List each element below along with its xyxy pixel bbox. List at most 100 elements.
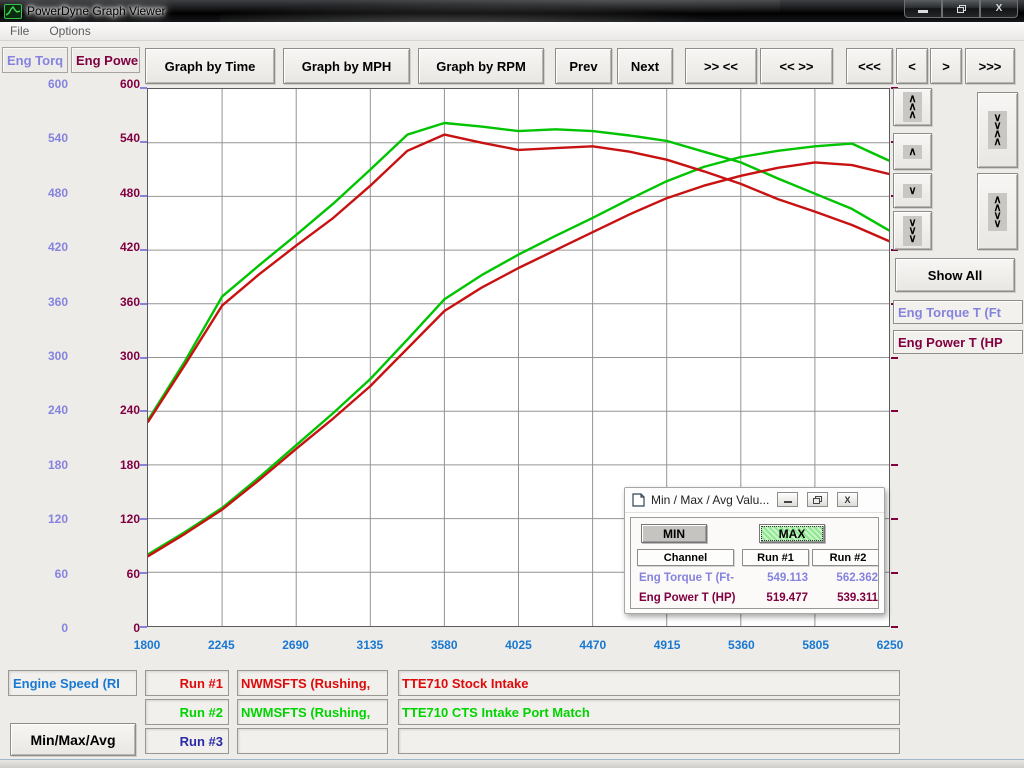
x-tick-label: 4025: [492, 638, 544, 654]
graph-by-rpm-button[interactable]: Graph by RPM: [418, 48, 544, 84]
torque-channel-toggle[interactable]: Eng Torq: [2, 47, 68, 73]
zoom-in-x-button[interactable]: >> <<: [685, 48, 757, 84]
dialog-restore-button[interactable]: [807, 492, 828, 507]
y-tick-label: 360: [72, 295, 140, 309]
axis-tickmark: [140, 410, 147, 412]
graph-by-mph-button[interactable]: Graph by MPH: [283, 48, 410, 84]
minmax-dialog-body: MIN MAX Channel Run #1 Run #2 Eng Torque…: [630, 517, 879, 609]
scroll-right-button[interactable]: >: [930, 48, 962, 84]
axis-tickmark: [140, 303, 147, 305]
window-controls: X: [904, 0, 1018, 18]
graph-by-time-button[interactable]: Graph by Time: [145, 48, 275, 84]
axis-tickmark: [140, 195, 147, 197]
menu-item-file[interactable]: File: [0, 22, 39, 40]
dialog-row-run2-value: 539.311: [812, 592, 878, 604]
up-chevron-icon: ∧: [903, 145, 921, 159]
min-tab-button[interactable]: MIN: [641, 524, 707, 543]
power-axis-tick-labels: 600540480420360300240180120600: [72, 77, 140, 635]
next-button[interactable]: Next: [617, 48, 673, 84]
dialog-close-icon: X: [844, 495, 850, 505]
y-tick-label: 60: [0, 567, 68, 581]
axis-tickmark: [140, 141, 147, 143]
power-channel-toggle[interactable]: Eng Powe: [71, 47, 140, 73]
dialog-row-channel: Eng Torque T (Ft-: [639, 572, 734, 584]
run2-column-header[interactable]: Run #2: [812, 549, 879, 566]
channel-column-header[interactable]: Channel: [637, 549, 734, 566]
dialog-row-run1-value: 549.113: [742, 572, 808, 584]
run3-file-field[interactable]: [237, 728, 388, 754]
restore-icon: [957, 5, 966, 13]
run2-description-field[interactable]: TTE710 CTS Intake Port Match: [398, 699, 900, 725]
maximize-button[interactable]: [942, 0, 980, 18]
x-tick-label: 2690: [270, 638, 322, 654]
y-tick-label: 180: [72, 458, 140, 472]
dialog-minimize-button[interactable]: [777, 492, 798, 507]
y-tick-label: 420: [72, 240, 140, 254]
zoom-out-y-button[interactable]: ∧ ∧ ∨ ∨: [977, 173, 1018, 250]
axis-tickmark: [891, 357, 898, 359]
y-tick-label: 0: [72, 621, 140, 635]
torque-series-label: Eng Torque T (Ft: [893, 300, 1023, 324]
run1-label[interactable]: Run #1: [145, 670, 229, 696]
dialog-close-button[interactable]: X: [837, 492, 858, 507]
run3-description-field[interactable]: [398, 728, 900, 754]
axis-tickmark: [891, 410, 898, 412]
triple-down-chevron-icon: ∨ ∨ ∨: [903, 216, 921, 246]
y-tick-label: 0: [0, 621, 68, 635]
pan-down-fast-button[interactable]: ∨ ∨ ∨: [893, 211, 932, 250]
zoom-in-y-button[interactable]: ∨ ∨ ∧ ∧: [977, 92, 1018, 168]
axis-tickmark: [140, 87, 147, 89]
axis-tickmark: [891, 626, 898, 628]
scroll-left-fast-button[interactable]: <<<: [846, 48, 893, 84]
close-icon: X: [996, 3, 1003, 14]
y-tick-label: 240: [72, 403, 140, 417]
pan-up-button[interactable]: ∧: [893, 133, 932, 170]
menu-item-options[interactable]: Options: [39, 22, 100, 40]
prev-button[interactable]: Prev: [555, 48, 612, 84]
max-tab-button[interactable]: MAX: [759, 524, 825, 543]
window-titlebar: PowerDyne Graph Viewer X: [0, 0, 1024, 22]
run3-label[interactable]: Run #3: [145, 728, 229, 754]
show-all-button[interactable]: Show All: [895, 258, 1015, 292]
y-tick-label: 600: [72, 77, 140, 91]
pan-up-fast-button[interactable]: ∧ ∧ ∧: [893, 88, 932, 126]
y-tick-label: 480: [0, 186, 68, 200]
torque-axis-tick-labels: 600540480420360300240180120600: [0, 77, 68, 635]
run1-file-field[interactable]: NWMSFTS (Rushing,: [237, 670, 388, 696]
dialog-row-run2-value: 562.362: [812, 572, 878, 584]
triple-up-chevron-icon: ∧ ∧ ∧: [903, 92, 921, 122]
run2-file-field[interactable]: NWMSFTS (Rushing,: [237, 699, 388, 725]
app-window: PowerDyne Graph Viewer X File Options En…: [0, 0, 1024, 768]
x-tick-label: 3135: [344, 638, 396, 654]
minimize-button[interactable]: [904, 0, 942, 18]
x-tick-label: 1800: [121, 638, 173, 654]
axis-tickmark: [140, 626, 147, 628]
window-bottom-edge: [0, 759, 1024, 768]
minmax-dialog-titlebar[interactable]: Min / Max / Avg Valu... X: [625, 488, 884, 513]
scroll-left-button[interactable]: <: [896, 48, 928, 84]
close-button[interactable]: X: [980, 0, 1018, 18]
pan-down-button[interactable]: ∨: [893, 173, 932, 208]
scroll-right-fast-button[interactable]: >>>: [965, 48, 1015, 84]
axis-tickmark: [891, 464, 898, 466]
zoom-out-x-button[interactable]: << >>: [760, 48, 833, 84]
expand-vertical-icon: ∧ ∧ ∨ ∨: [988, 193, 1006, 231]
x-tick-label: 5360: [715, 638, 767, 654]
x-channel-label: Engine Speed (RI: [8, 670, 137, 696]
collapse-vertical-icon: ∨ ∨ ∧ ∧: [988, 111, 1006, 149]
y-tick-label: 360: [0, 295, 68, 309]
run1-column-header[interactable]: Run #1: [742, 549, 809, 566]
y-tick-label: 480: [72, 186, 140, 200]
min-max-avg-button[interactable]: Min/Max/Avg: [10, 723, 136, 756]
y-tick-label: 60: [72, 567, 140, 581]
run1-description-field[interactable]: TTE710 Stock Intake: [398, 670, 900, 696]
dialog-restore-icon: [813, 496, 822, 504]
minmax-dialog: Min / Max / Avg Valu... X MIN MAX Channe…: [624, 487, 885, 614]
axis-tickmark: [140, 249, 147, 251]
y-tick-label: 240: [0, 403, 68, 417]
y-tick-label: 600: [0, 77, 68, 91]
y-tick-label: 300: [0, 349, 68, 363]
document-icon: [632, 493, 645, 507]
x-tick-label: 4915: [641, 638, 693, 654]
run2-label[interactable]: Run #2: [145, 699, 229, 725]
